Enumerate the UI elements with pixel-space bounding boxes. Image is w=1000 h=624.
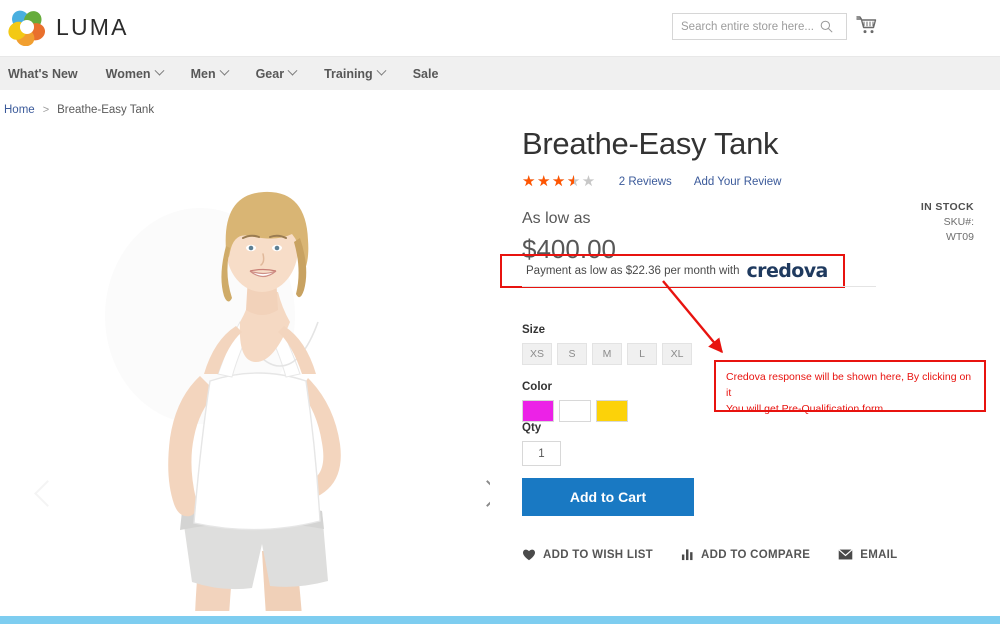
breadcrumb: Home > Breathe-Easy Tank xyxy=(4,104,154,116)
star-rating: ★★★★★ ★★★★★ xyxy=(522,174,597,189)
chevron-down-icon xyxy=(154,65,165,76)
chevron-down-icon xyxy=(287,65,298,76)
add-review-link[interactable]: Add Your Review xyxy=(694,176,782,188)
size-swatch-l[interactable]: L xyxy=(627,343,657,365)
breadcrumb-current: Breathe-Easy Tank xyxy=(57,104,155,116)
size-swatch-s[interactable]: S xyxy=(557,343,587,365)
product-gallery xyxy=(20,126,490,611)
footer-accent-bar xyxy=(0,616,1000,624)
product-actions: ADD TO WISH LIST ADD TO COMPARE EMAIL xyxy=(522,548,898,561)
action-label: ADD TO WISH LIST xyxy=(543,548,654,561)
annotation-line-2: You will get Pre-Qualification form. xyxy=(726,402,887,415)
credova-logo: credova xyxy=(746,260,829,282)
annotation-line-1: Credova response will be shown here, By … xyxy=(726,371,972,399)
nav-item-sale[interactable]: Sale xyxy=(399,57,453,91)
chevron-down-icon xyxy=(219,65,230,76)
action-label: EMAIL xyxy=(860,548,898,561)
color-swatch-magenta[interactable] xyxy=(522,400,554,422)
color-swatch-white[interactable] xyxy=(559,400,591,422)
color-swatches xyxy=(522,400,628,422)
credova-financing-banner[interactable]: Payment as low as $22.36 per month with … xyxy=(500,254,845,288)
size-option-group: Size XS S M L XL xyxy=(522,324,692,365)
add-to-compare-button[interactable]: ADD TO COMPARE xyxy=(681,548,810,561)
page-title: Breathe-Easy Tank xyxy=(522,126,779,161)
main-navigation: What's New Women Men Gear Training Sale xyxy=(0,56,1000,90)
nav-label: Training xyxy=(324,66,373,81)
divider xyxy=(522,286,876,287)
color-swatch-yellow[interactable] xyxy=(596,400,628,422)
site-header: LUMA xyxy=(0,0,1000,56)
product-image[interactable] xyxy=(50,126,460,611)
site-logo[interactable]: LUMA xyxy=(8,8,129,46)
nav-label: Women xyxy=(105,66,151,81)
chevron-left-icon xyxy=(34,480,61,507)
product-info: Breathe-Easy Tank ★★★★★ ★★★★★ 2 Reviews … xyxy=(500,126,982,561)
action-label: ADD TO COMPARE xyxy=(701,548,811,561)
color-label: Color xyxy=(522,381,553,393)
size-swatch-m[interactable]: M xyxy=(592,343,622,365)
email-button[interactable]: EMAIL xyxy=(838,549,897,561)
envelope-icon xyxy=(838,549,853,560)
breadcrumb-home-link[interactable]: Home xyxy=(4,104,35,116)
add-to-cart-button[interactable]: Add to Cart xyxy=(522,478,694,516)
search-box[interactable] xyxy=(672,13,847,40)
product-detail-page: LUMA What's Ne xyxy=(0,0,1000,624)
nav-item-training[interactable]: Training xyxy=(310,57,399,91)
nav-item-women[interactable]: Women xyxy=(92,57,177,91)
gallery-next-button[interactable] xyxy=(474,480,490,524)
financing-text: Payment as low as $22.36 per month with xyxy=(526,265,740,277)
size-swatch-xs[interactable]: XS xyxy=(522,343,552,365)
color-option-group: Color xyxy=(522,381,628,422)
quantity-stepper[interactable] xyxy=(522,441,561,466)
bar-chart-icon xyxy=(681,549,693,561)
price-label: As low as xyxy=(522,209,591,227)
brand-name: LUMA xyxy=(56,13,129,40)
size-label: Size xyxy=(522,324,546,336)
chevron-right-icon xyxy=(474,480,490,507)
stars-filled: ★★★★★ xyxy=(522,174,574,190)
size-swatch-xl[interactable]: XL xyxy=(662,343,692,365)
heart-icon xyxy=(522,549,536,561)
search-icon[interactable] xyxy=(813,14,839,39)
nav-label: Gear xyxy=(255,66,285,81)
breadcrumb-separator: > xyxy=(42,104,50,116)
nav-label: What's New xyxy=(8,66,78,81)
quantity-group: Qty xyxy=(522,422,561,466)
chevron-down-icon xyxy=(376,65,387,76)
rating-row: ★★★★★ ★★★★★ 2 Reviews Add Your Review xyxy=(522,174,982,190)
status-badge: IN STOCK xyxy=(920,201,974,213)
nav-item-whats-new[interactable]: What's New xyxy=(6,57,92,91)
nav-label: Men xyxy=(190,66,216,81)
qty-label: Qty xyxy=(522,422,542,434)
size-swatches: XS S M L XL xyxy=(522,343,692,365)
search-input[interactable] xyxy=(673,14,813,39)
sku-label: SKU#: xyxy=(943,216,974,229)
sku-value: WT09 xyxy=(945,231,974,244)
add-to-wish-list-button[interactable]: ADD TO WISH LIST xyxy=(522,548,653,561)
shopping-cart-icon[interactable] xyxy=(855,13,879,38)
luma-ring-logo-icon xyxy=(8,10,46,46)
nav-item-men[interactable]: Men xyxy=(177,57,242,91)
stock-info: IN STOCK SKU#: WT09 xyxy=(921,200,974,246)
gallery-prev-button[interactable] xyxy=(34,480,64,524)
nav-item-gear[interactable]: Gear xyxy=(242,57,311,91)
nav-label: Sale xyxy=(412,66,439,81)
annotation-callout: Credova response will be shown here, By … xyxy=(714,360,986,415)
reviews-link[interactable]: 2 Reviews xyxy=(619,176,672,188)
